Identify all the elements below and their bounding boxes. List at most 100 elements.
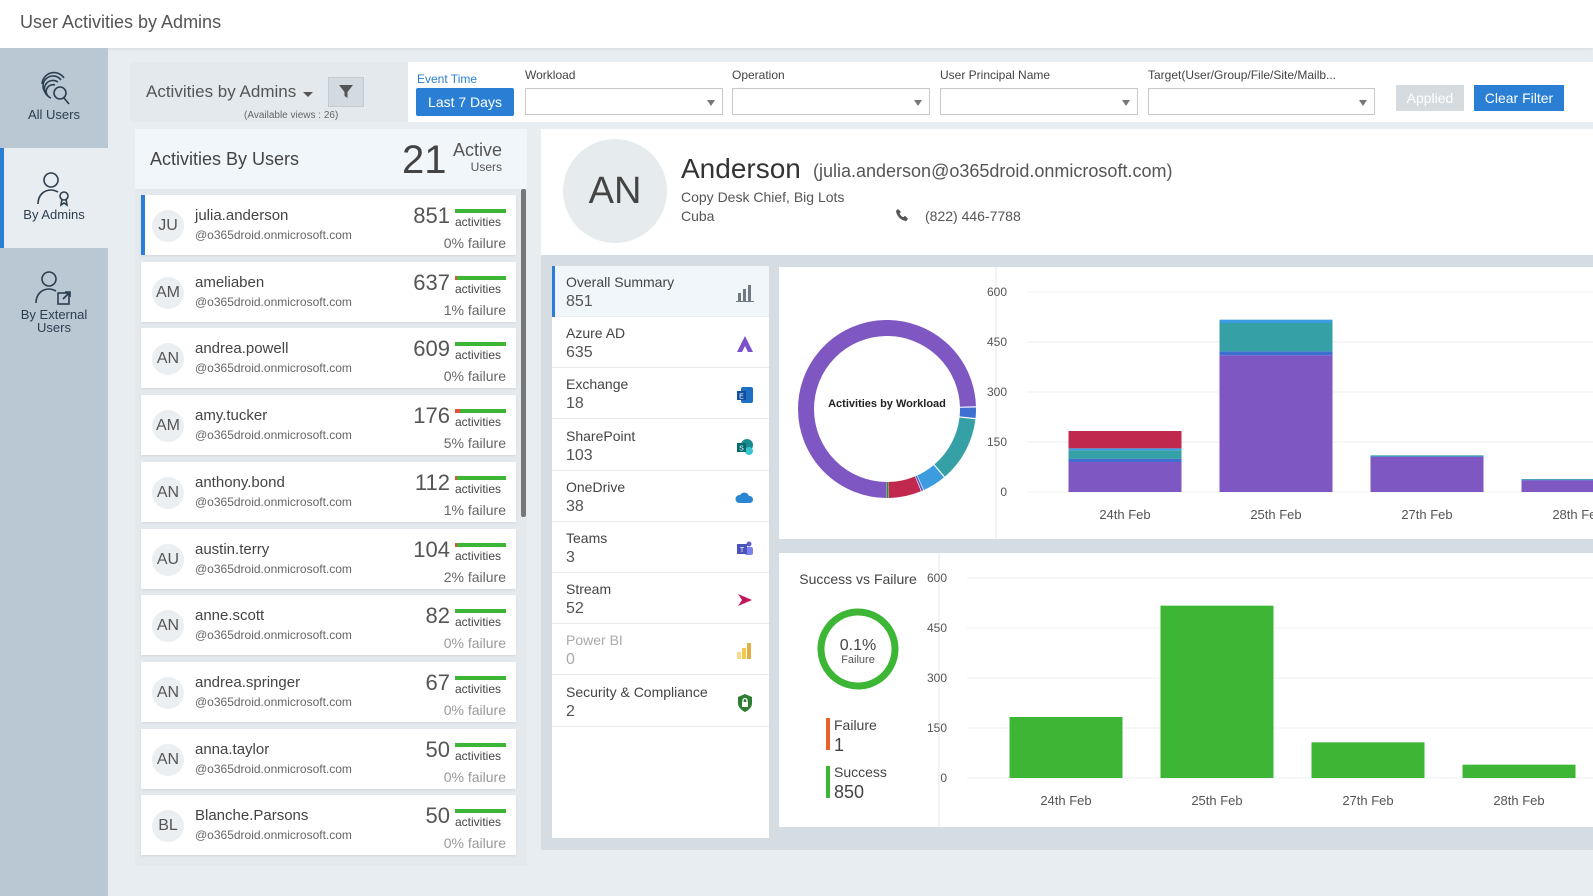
workload-item[interactable]: Power BI 0 <box>552 624 769 676</box>
y-tick-label: 300 <box>927 671 947 685</box>
user-domain: @o365droid.onmicrosoft.com <box>195 361 352 376</box>
filter-button[interactable] <box>328 77 364 107</box>
workload-item[interactable]: Security & Compliance 2 <box>552 676 769 727</box>
user-domain: @o365droid.onmicrosoft.com <box>195 828 352 843</box>
user-activities-label: activities <box>455 348 502 363</box>
user-name: austin.terry <box>195 540 270 558</box>
activity-bar-segment[interactable] <box>1370 455 1484 457</box>
users-header: Activities By Users 21 Active Users <box>135 129 527 189</box>
activity-bar-segment[interactable] <box>1068 462 1182 492</box>
workload-donut-slice[interactable] <box>888 476 921 498</box>
user-domain: @o365droid.onmicrosoft.com <box>195 761 352 776</box>
activity-bar-segment[interactable] <box>1521 479 1593 480</box>
user-card[interactable]: JU julia.anderson @o365droid.onmicrosoft.c… <box>141 195 516 255</box>
workload-donut-slice[interactable] <box>934 417 976 477</box>
activity-bar-segment[interactable] <box>1521 480 1593 492</box>
activity-bar-segment[interactable] <box>1219 323 1333 352</box>
target-select[interactable] <box>1148 88 1375 115</box>
applied-button[interactable]: Applied <box>1396 85 1464 111</box>
user-avatar: AM <box>152 410 184 443</box>
success-bar[interactable] <box>1160 605 1274 778</box>
nav-by-admins[interactable]: By Admins <box>0 148 108 248</box>
activity-bar-segment[interactable] <box>1219 319 1333 323</box>
success-bar[interactable] <box>1009 717 1123 778</box>
activity-bar-segment[interactable] <box>1219 351 1333 356</box>
user-name: anne.scott <box>195 607 265 625</box>
user-activity-count: 67 <box>425 669 450 695</box>
workload-select[interactable] <box>525 88 723 115</box>
user-activities-label: activities <box>455 481 502 496</box>
nav-all-users[interactable]: All Users <box>0 48 108 148</box>
view-dropdown[interactable]: Activities by Admins <box>146 82 296 102</box>
workload-item[interactable]: Azure AD 635 <box>552 317 769 369</box>
success-legend-marker <box>826 766 830 798</box>
workload-name: Azure AD <box>566 325 626 342</box>
y-tick-label: 450 <box>987 335 1007 349</box>
caret-down-icon[interactable] <box>303 92 313 97</box>
activity-bar-segment[interactable] <box>1370 457 1484 492</box>
activity-bar-segment[interactable] <box>1521 479 1593 481</box>
user-card[interactable]: AU austin.terry @o365droid.onmicrosoft.com… <box>141 528 516 589</box>
activity-bar-segment[interactable] <box>1068 458 1182 462</box>
user-card[interactable]: AN andrea.powell @o365droid.onmicrosoft.co… <box>141 328 516 389</box>
x-tick-label: 27th Feb <box>1401 507 1452 522</box>
bar-chart-icon <box>736 285 754 302</box>
workload-item[interactable]: OneDrive 38 <box>552 471 769 522</box>
success-legend-label: Success <box>834 764 887 780</box>
user-failure-bar <box>455 542 458 547</box>
activity-bar-segment[interactable] <box>1068 448 1182 451</box>
user-failure-bar <box>455 475 457 480</box>
workload-icon-wrap: S <box>735 437 755 462</box>
user-card[interactable]: BL Blanche.Parsons @o365droid.onmicrosoft.… <box>141 795 516 856</box>
user-card[interactable]: AM ameliaben @o365droid.onmicrosoft.com 637… <box>141 261 516 322</box>
user-card[interactable]: AN anthony.bond @o365droid.onmicrosoft.com… <box>141 461 516 522</box>
shield-icon <box>738 693 752 712</box>
user-avatar: JU <box>152 210 184 242</box>
user-activities-label: activities <box>455 681 502 696</box>
workload-donut-slice[interactable] <box>917 464 944 490</box>
user-success-bar <box>455 742 506 747</box>
user-failure-rate: 2% failure <box>443 568 506 585</box>
user-activity-count: 112 <box>414 469 450 495</box>
user-card[interactable]: AN anne.scott @o365droid.onmicrosoft.com 82… <box>141 595 516 656</box>
user-domain: @o365droid.onmicrosoft.com <box>195 694 352 709</box>
activity-bar-segment[interactable] <box>1068 450 1182 459</box>
workload-icon-wrap <box>735 488 755 513</box>
profile-phone: (822) 446-7788 <box>925 208 1021 224</box>
workload-item[interactable]: Overall Summary 851 <box>552 266 769 317</box>
user-card[interactable]: AN andrea.springer @o365droid.onmicrosoft.… <box>141 661 516 722</box>
phone-icon <box>896 209 908 221</box>
success-bar[interactable] <box>1311 742 1425 778</box>
activity-bar-segment[interactable] <box>1370 456 1484 457</box>
workload-count: 18 <box>566 395 584 413</box>
workload-count: 2 <box>566 702 575 720</box>
operation-select[interactable] <box>732 88 930 115</box>
user-avatar: AU <box>152 543 184 576</box>
event-time-button[interactable]: Last 7 Days <box>416 88 514 116</box>
activity-bar-segment[interactable] <box>1219 355 1333 492</box>
nav-by-external-users[interactable]: By External Users <box>0 248 108 358</box>
failure-pct-label: Failure <box>841 654 875 666</box>
users-scrollbar[interactable] <box>521 189 526 517</box>
workload-name: Overall Summary <box>566 274 675 290</box>
clear-filter-button[interactable]: Clear Filter <box>1474 85 1564 111</box>
user-card[interactable]: AN anna.taylor @o365droid.onmicrosoft.com 5… <box>141 728 516 789</box>
donut-title: Activities by Workload <box>828 398 946 410</box>
target-label: Target(User/Group/File/Site/Mailb... <box>1148 68 1337 82</box>
x-tick-label: 28th Feb <box>1552 507 1593 522</box>
workload-name: Teams <box>566 530 608 546</box>
upn-select[interactable] <box>940 88 1138 115</box>
teams-icon: T <box>737 541 753 555</box>
x-tick-label: 24th Feb <box>1040 793 1091 808</box>
sharepoint-icon: S <box>737 438 753 455</box>
workload-item[interactable]: SharePoint 103 S <box>552 420 769 471</box>
user-activity-count: 104 <box>413 536 450 562</box>
activity-bar-segment[interactable] <box>1068 431 1182 449</box>
user-card[interactable]: AM amy.tucker @o365droid.onmicrosoft.com 17… <box>141 395 516 456</box>
workload-item[interactable]: Exchange 18 E <box>552 368 769 420</box>
workload-item[interactable]: Teams 3 T <box>552 522 769 573</box>
success-bar[interactable] <box>1462 764 1576 778</box>
workload-item[interactable]: Stream 52 <box>552 573 769 625</box>
workload-count: 851 <box>566 293 593 310</box>
workload-donut-slice[interactable] <box>915 475 924 491</box>
